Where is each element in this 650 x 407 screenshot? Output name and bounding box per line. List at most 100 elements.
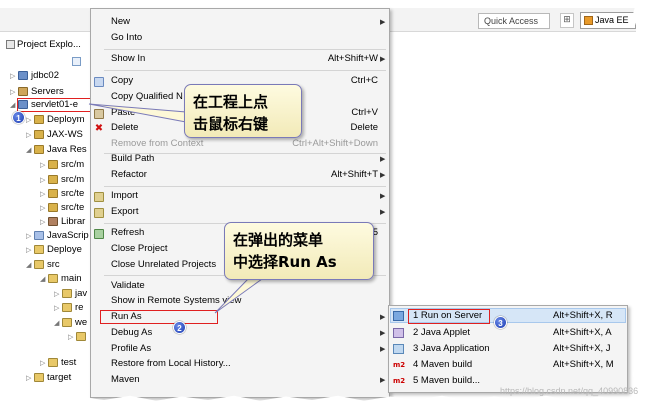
tree-item-label: src/te	[61, 188, 85, 199]
submenu-arrow-icon: ▶	[380, 171, 386, 179]
delete-icon: ✖	[94, 123, 104, 134]
submenu-arrow-icon: ▶	[380, 376, 386, 384]
package-folder-icon	[48, 174, 58, 184]
deployed-icon	[34, 244, 44, 254]
tree-item-deployment[interactable]: ▷ Deploym	[26, 113, 85, 127]
tree-item-label: we	[75, 317, 88, 328]
menu-item-debug-as[interactable]: Debug As	[111, 326, 152, 340]
tree-item-src-main-java[interactable]: ▷ src/m	[40, 158, 84, 172]
tree-item-java-resources[interactable]: ◢ Java Res	[26, 143, 87, 157]
open-perspective-icon[interactable]: ⊞	[560, 13, 574, 28]
menu-item-build-path[interactable]: Build Path	[111, 152, 154, 166]
tree-item-label: src/m	[61, 159, 85, 170]
tree-item-java[interactable]: ▷ jav	[54, 287, 87, 301]
submenu-arrow-icon: ▶	[380, 313, 386, 321]
java-resources-icon	[34, 144, 44, 154]
tree-item-label: Deploym	[47, 114, 85, 125]
submenu-item-java-applet[interactable]: 2 Java Applet	[413, 326, 470, 340]
package-folder-icon	[48, 159, 58, 169]
menu-item-close-project[interactable]: Close Project	[111, 242, 168, 256]
menu-item-close-unrelated-projects[interactable]: Close Unrelated Projects	[111, 258, 216, 272]
menu-item-paste[interactable]: Paste	[111, 106, 135, 120]
callout-line: 中选择Run As	[233, 253, 337, 271]
quick-access-field[interactable]: Quick Access	[478, 13, 550, 29]
menu-item-restore-local-history[interactable]: Restore from Local History...	[111, 357, 231, 371]
tree-item-libraries[interactable]: ▷ Librar	[40, 215, 85, 229]
folder-icon	[62, 302, 72, 312]
tree-item-src[interactable]: ◢ src	[26, 258, 60, 272]
copy-icon	[94, 77, 104, 87]
import-icon	[94, 192, 104, 202]
tree-item-label: src/te	[61, 202, 85, 213]
submenu-item-java-application[interactable]: 3 Java Application	[413, 342, 490, 356]
eclipse-screenshot: Quick Access ⊞ Java EE Project Explo... …	[0, 0, 650, 407]
menu-separator	[104, 70, 386, 71]
submenu-item-maven-build-dialog[interactable]: 5 Maven build...	[413, 374, 480, 388]
tree-item-webapp[interactable]: ◢ we	[54, 316, 87, 330]
tree-item-label: main	[61, 273, 82, 284]
project-explorer-tab[interactable]: Project Explo...	[6, 39, 81, 50]
tree-item-label: Servers	[31, 86, 64, 97]
tree-item-jdbc02[interactable]: ▷ jdbc02	[10, 69, 59, 83]
menu-item-import[interactable]: Import	[111, 189, 138, 203]
menu-item-go-into[interactable]: Go Into	[111, 31, 142, 45]
menu-item-refresh[interactable]: Refresh	[111, 226, 144, 240]
library-icon	[48, 216, 58, 226]
shortcut-run-on-server: Alt+Shift+X, R	[553, 310, 613, 321]
menu-item-validate[interactable]: Validate	[111, 279, 145, 293]
tree-item-main[interactable]: ◢ main	[40, 272, 82, 286]
menu-item-export[interactable]: Export	[111, 205, 138, 219]
paste-icon	[94, 109, 104, 119]
menu-item-profile-as[interactable]: Profile As	[111, 342, 151, 356]
shortcut-maven-build: Alt+Shift+X, M	[553, 359, 614, 370]
tree-item-label: Librar	[61, 216, 86, 227]
shortcut-copy: Ctrl+C	[350, 75, 378, 86]
tree-item-jaxws[interactable]: ▷ JAX-WS	[26, 128, 83, 142]
menu-item-refactor[interactable]: Refactor	[111, 168, 147, 182]
tree-item-src-test-res[interactable]: ▷ src/te	[40, 201, 84, 215]
shortcut-java-application: Alt+Shift+X, J	[553, 343, 611, 354]
java-ee-icon	[584, 16, 593, 26]
callout-line: 在工程上点	[193, 93, 269, 111]
submenu-item-maven-build[interactable]: 4 Maven build	[413, 358, 472, 372]
explorer-title: Project Explo...	[17, 39, 81, 50]
tree-item-label: Deploye	[47, 244, 82, 255]
tree-item-webinf[interactable]: ▷	[68, 330, 89, 344]
tree-item-label: Java Res	[47, 144, 87, 155]
tree-item-src-test-java[interactable]: ▷ src/te	[40, 187, 84, 201]
tree-item-resources[interactable]: ▷ re	[54, 301, 83, 315]
folder-icon	[76, 331, 86, 341]
tree-item-deployed[interactable]: ▷ Deploye	[26, 243, 82, 257]
submenu-arrow-icon: ▶	[380, 55, 386, 63]
step-badge-2: 2	[173, 321, 186, 334]
deployment-icon	[34, 114, 44, 124]
tree-item-label: re	[75, 302, 84, 313]
menu-item-new[interactable]: New	[111, 15, 130, 29]
export-icon	[94, 208, 104, 218]
collapse-all-icon[interactable]	[72, 57, 81, 66]
run-as-highlight	[100, 310, 218, 324]
shortcut-remove-from-context: Ctrl+Alt+Shift+Down	[292, 138, 378, 149]
menu-item-remove-from-context[interactable]: Remove from Context	[111, 137, 203, 151]
folder-icon	[62, 317, 72, 327]
folder-icon	[34, 259, 44, 269]
server-run-icon	[393, 311, 404, 321]
menu-item-maven[interactable]: Maven	[111, 373, 140, 387]
menu-item-delete[interactable]: Delete	[111, 121, 138, 135]
explorer-icon	[6, 39, 15, 49]
tree-item-test[interactable]: ▷ test	[40, 356, 76, 370]
tree-item-javascript[interactable]: ▷ JavaScrip	[26, 229, 89, 243]
shortcut-paste: Ctrl+V	[351, 107, 378, 118]
tree-item-label: test	[61, 357, 77, 368]
jaxws-icon	[34, 129, 44, 139]
menu-item-copy-qualified-name[interactable]: Copy Qualified N	[111, 90, 183, 104]
tree-item-target[interactable]: ▷ target	[26, 371, 71, 385]
perspective-java-ee-button[interactable]: Java EE	[580, 12, 636, 29]
package-folder-icon	[48, 202, 58, 212]
tree-item-servers[interactable]: ▷ Servers	[10, 85, 64, 99]
menu-item-copy[interactable]: Copy	[111, 74, 133, 88]
menu-item-show-in[interactable]: Show In	[111, 52, 145, 66]
tree-item-src-main-res[interactable]: ▷ src/m	[40, 173, 84, 187]
menu-item-show-in-remote-systems[interactable]: Show in Remote Systems view	[111, 294, 241, 308]
java-app-icon	[393, 344, 404, 354]
